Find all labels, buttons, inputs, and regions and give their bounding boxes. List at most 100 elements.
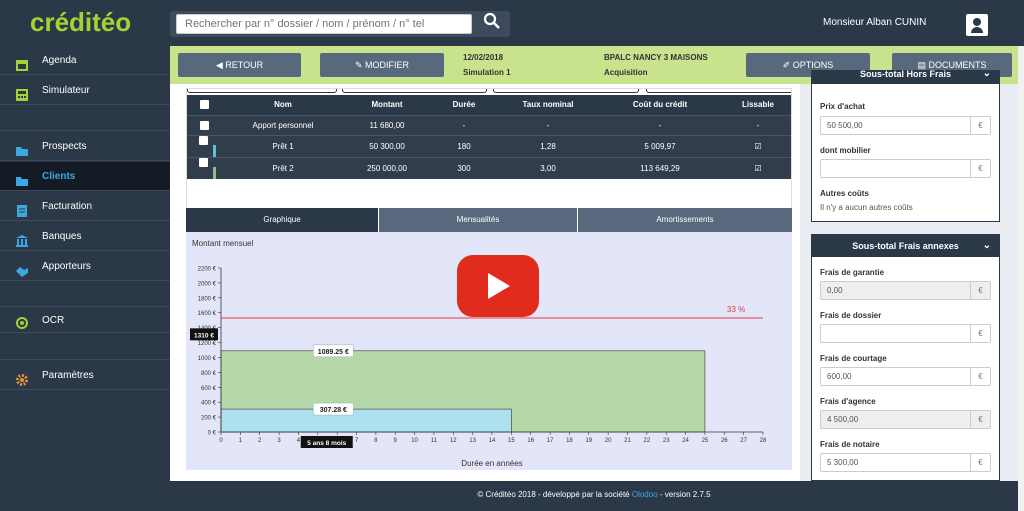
row-checkbox[interactable] [199, 120, 209, 130]
cell-lissable: - [723, 114, 791, 135]
frais-garantie-field[interactable]: 0,00 € [820, 281, 991, 300]
y-tick-label: 0 € [208, 431, 217, 437]
x-tick-label: 2 [258, 438, 262, 444]
lissable-check-icon[interactable]: ☑ [723, 156, 791, 180]
x-tick-label: 9 [394, 438, 398, 444]
tab-amortissements[interactable]: Amortissements [578, 208, 792, 232]
y-tick-label: 400 € [201, 401, 217, 407]
prix-achat-label: Prix d'achat [820, 102, 866, 111]
search-input[interactable] [176, 14, 472, 34]
top-bar: créditéo Monsieur Alban CUNIN [0, 0, 1024, 46]
select-all-checkbox[interactable] [199, 100, 209, 110]
search-bar [170, 11, 510, 37]
cell-cout: 113 649,29 [597, 156, 723, 180]
sidebar-item-ocr[interactable]: OCR [0, 308, 170, 333]
prix-achat-field[interactable]: 50 500,00 € [820, 116, 991, 135]
chevron-down-icon[interactable]: ⌄ [983, 70, 991, 79]
frais-dossier-field[interactable]: € [820, 324, 991, 343]
y-tick-label: 600 € [201, 386, 217, 392]
sidebar-item-agenda[interactable]: Agenda [0, 46, 170, 75]
threshold-label: 33 % [727, 305, 745, 314]
cell-nom: Prêt 1 [221, 134, 345, 158]
x-tick-label: 18 [566, 438, 573, 444]
x-tick-label: 19 [585, 438, 592, 444]
loans-table: Nom Montant Durée Taux nominal Coût du c… [187, 95, 791, 180]
data-label: 1089.25 € [318, 349, 349, 356]
frais-dossier-label: Frais de dossier [820, 311, 882, 320]
search-icon[interactable] [480, 12, 504, 36]
x-tick-label: 24 [682, 438, 689, 444]
sidebar-item-label: Facturation [42, 201, 93, 212]
user-avatar-icon[interactable] [966, 14, 988, 36]
sidebar-item-facturation[interactable]: Facturation [0, 192, 170, 221]
cell-duree: 300 [429, 156, 499, 180]
company-link[interactable]: Olodoo [632, 490, 658, 499]
panel-header[interactable]: Sous-total Hors Frais ⌄ [812, 70, 999, 84]
tab-mensualites[interactable]: Mensualités [379, 208, 577, 232]
frais-agence-field[interactable]: 4 500,00 € [820, 410, 991, 429]
modifier-button[interactable]: ✎ MODIFIER [320, 53, 444, 77]
project-type: Acquisition [604, 68, 648, 77]
sidebar-divider [0, 106, 170, 131]
autres-couts-note: Il n'y a aucun autres coûts [820, 203, 913, 212]
sidebar-item-label: Banques [42, 231, 82, 242]
collapsed-tab[interactable] [493, 89, 639, 93]
sidebar-item-label: Simulateur [42, 85, 90, 96]
mobilier-field[interactable]: € [820, 159, 991, 178]
x-tick-label: 15 [508, 438, 515, 444]
x-tick-label: 0 [219, 438, 223, 444]
cell-taux: - [499, 114, 597, 135]
sidebar-item-prospects[interactable]: Prospects [0, 132, 170, 161]
sidebar-item-clients[interactable]: Clients [0, 162, 170, 191]
row-checkbox[interactable] [199, 158, 208, 168]
sidebar-item-apporteurs[interactable]: Apporteurs [0, 252, 170, 281]
collapsed-tab[interactable] [646, 89, 791, 93]
frais-courtage-label: Frais de courtage [820, 354, 887, 363]
frais-courtage-field[interactable]: 600,00 € [820, 367, 991, 386]
frais-notaire-field[interactable]: 5 300,00 € [820, 453, 991, 472]
panel-header[interactable]: Sous-total Frais annexes ⌄ [812, 235, 999, 257]
sidebar-item-parametres[interactable]: Paramètres [0, 361, 170, 390]
page-scrollbar[interactable] [1018, 46, 1024, 511]
footer: © Créditéo 2018 - développé par la socié… [170, 481, 1018, 511]
app-logo[interactable]: créditéo [30, 7, 131, 38]
sidebar: Agenda Simulateur Prospects Clients Fact… [0, 46, 170, 511]
sidebar-item-label: Agenda [42, 55, 77, 66]
x-tick-label: 7 [355, 438, 359, 444]
pencil-icon: ✎ [354, 60, 366, 70]
tab-graphique[interactable]: Graphique [186, 208, 378, 232]
main-content: Nom Montant Durée Taux nominal Coût du c… [170, 84, 800, 481]
sidebar-item-simulateur[interactable]: Simulateur [0, 76, 170, 105]
sidebar-divider [0, 334, 170, 360]
panel-sous-total-frais-annexes: Sous-total Frais annexes ⌄ Frais de garan… [811, 234, 1000, 481]
table-row[interactable]: Apport personnel 11 680,00 - - - - [187, 114, 791, 135]
arrow-left-icon: ◀ [215, 60, 226, 70]
table-row[interactable]: Prêt 2 250 000,00 300 3,00 113 649,29 ☑ [187, 156, 791, 180]
sidebar-item-label: Clients [42, 171, 76, 182]
y-tick-label: 1200 € [198, 341, 217, 347]
frais-garantie-label: Frais de garantie [820, 268, 885, 277]
x-tick-label: 1 [239, 438, 243, 444]
user-name[interactable]: Monsieur Alban CUNIN [823, 17, 926, 28]
sidebar-item-banques[interactable]: Banques [0, 222, 170, 251]
lissable-check-icon[interactable]: ☑ [723, 134, 791, 158]
collapsed-tab[interactable] [342, 89, 487, 93]
cell-cout: 5 009,97 [597, 134, 723, 158]
y-tick-label: 1000 € [198, 356, 217, 362]
x-tick-label: 26 [721, 438, 728, 444]
frais-notaire-label: Frais de notaire [820, 440, 880, 449]
collapsed-tab[interactable] [187, 89, 337, 93]
x-tick-label: 20 [605, 438, 612, 444]
row-checkbox[interactable] [199, 135, 208, 145]
retour-button[interactable]: ◀ RETOUR [178, 53, 301, 77]
sidebar-item-label: Apporteurs [42, 261, 91, 272]
cell-taux: 3,00 [499, 156, 597, 180]
chevron-down-icon[interactable]: ⌄ [983, 235, 991, 257]
table-row[interactable]: Prêt 1 50 300,00 180 1,28 5 009,97 ☑ [187, 134, 791, 158]
youtube-play-icon[interactable] [457, 255, 539, 317]
target-icon [16, 314, 28, 329]
column-header: Nom [221, 95, 345, 115]
folder-open-icon [16, 170, 28, 186]
sidebar-item-label: OCR [42, 315, 65, 326]
x-marker-label: 5 ans 8 mois [307, 440, 346, 447]
